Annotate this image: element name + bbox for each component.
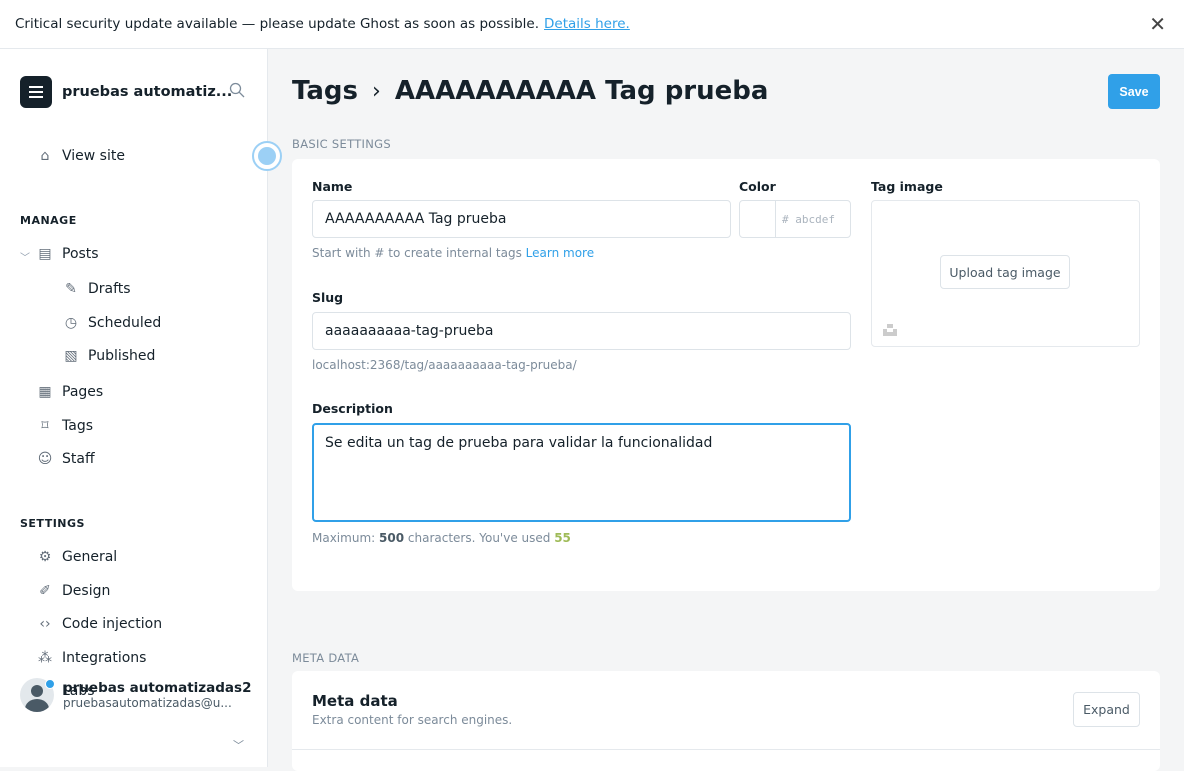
tag-title: AAAAAAAAAA Tag prueba [394, 76, 769, 106]
gear-icon: ⚙ [38, 549, 52, 565]
color-input[interactable]: # abcdef [739, 200, 851, 238]
search-icon[interactable] [229, 82, 245, 98]
sidebar: pruebas automatiz... ⌂ View site MANAGE ﹀… [0, 49, 268, 767]
meta-data-heading: META DATA [292, 651, 360, 665]
page-title: Tags › AAAAAAAAAA Tag prueba [292, 76, 768, 106]
max-mid: characters. You've used [407, 531, 551, 545]
sidebar-item-drafts[interactable]: ✎ Drafts [62, 280, 131, 298]
view-site-link[interactable]: ⌂ View site [36, 147, 125, 165]
unsplash-icon[interactable] [883, 324, 897, 336]
learn-more-link[interactable]: Learn more [526, 246, 594, 260]
sidebar-item-integrations[interactable]: ⁂ Integrations [36, 649, 146, 667]
home-icon: ⌂ [40, 148, 50, 164]
breadcrumb-tags[interactable]: Tags [292, 76, 358, 106]
pages-icon: ▦ [38, 384, 52, 400]
view-site-label: View site [62, 148, 125, 164]
site-name: pruebas automatiz... [62, 84, 233, 100]
divider [292, 749, 1160, 750]
basic-settings-heading: BASIC SETTINGS [292, 137, 391, 151]
name-hint: Start with # to create internal tags Lea… [312, 246, 594, 260]
brush-icon: ✐ [39, 583, 51, 599]
chevron-right-icon: › [372, 78, 381, 104]
meta-data-title: Meta data [312, 692, 398, 710]
close-icon[interactable]: ✕ [1149, 14, 1166, 34]
max-prefix: Maximum: [312, 531, 376, 545]
tags-label: Tags [62, 418, 93, 434]
sidebar-item-tags[interactable]: ⌑ Tags [36, 417, 93, 435]
sidebar-item-scheduled[interactable]: ◷ Scheduled [62, 314, 161, 332]
save-button[interactable]: Save [1108, 74, 1160, 109]
settings-heading: SETTINGS [20, 517, 85, 530]
used-chars: 55 [554, 531, 571, 545]
general-label: General [62, 549, 118, 565]
slug-input[interactable]: aaaaaaaaaa-tag-prueba [312, 312, 851, 350]
pages-label: Pages [62, 384, 104, 400]
description-label: Description [312, 401, 393, 416]
sidebar-item-design[interactable]: ✐ Design [36, 582, 110, 600]
sidebar-item-posts[interactable]: ▤ Posts [36, 245, 99, 263]
published-icon: ▧ [64, 348, 78, 364]
sidebar-item-general[interactable]: ⚙ General [36, 548, 117, 566]
published-label: Published [88, 348, 156, 364]
basic-settings-card: Name AAAAAAAAAA Tag prueba Start with # … [292, 159, 1160, 591]
user-name: pruebas automatizadas2 [63, 680, 252, 696]
chevron-down-icon[interactable]: ﹀ [20, 249, 30, 264]
pencil-icon: ✎ [65, 281, 77, 297]
tag-image-label: Tag image [871, 179, 943, 194]
meta-data-subtitle: Extra content for search engines. [312, 713, 513, 727]
integrations-label: Integrations [62, 650, 147, 666]
tag-image-uploader: Upload tag image [871, 200, 1140, 347]
color-hex-field[interactable]: # abcdef [776, 201, 850, 237]
drafts-label: Drafts [88, 281, 131, 297]
color-label: Color [739, 179, 776, 194]
name-input[interactable]: AAAAAAAAAA Tag prueba [312, 200, 731, 238]
expand-button[interactable]: Expand [1073, 692, 1140, 727]
character-count: Maximum: 500 characters. You've used 55 [312, 531, 571, 545]
ghost-logo-icon [20, 76, 52, 108]
max-chars: 500 [379, 531, 405, 545]
banner-text: Critical security update available — ple… [15, 16, 540, 32]
staff-label: Staff [62, 451, 95, 467]
code-injection-label: Code injection [62, 616, 163, 632]
meta-data-card: Meta data Extra content for search engin… [292, 671, 1160, 771]
posts-icon: ▤ [38, 246, 52, 262]
staff-icon: ☺ [37, 451, 53, 467]
notification-dot [45, 679, 55, 689]
upload-tag-image-button[interactable]: Upload tag image [940, 255, 1070, 289]
sidebar-item-pages[interactable]: ▦ Pages [36, 383, 103, 401]
design-label: Design [62, 583, 111, 599]
user-email: pruebasautomatizadas@u... [63, 696, 232, 710]
clock-icon: ◷ [64, 315, 78, 331]
sidebar-item-code-injection[interactable]: ‹› Code injection [36, 615, 162, 633]
sidebar-item-published[interactable]: ▧ Published [62, 347, 155, 365]
sidebar-item-staff[interactable]: ☺ Staff [36, 450, 95, 468]
code-icon: ‹› [39, 616, 51, 632]
tag-icon: ⌑ [41, 418, 49, 434]
description-textarea[interactable]: Se edita un tag de prueba para validar l… [312, 423, 851, 522]
color-swatch[interactable] [740, 201, 776, 237]
slug-url: localhost:2368/tag/aaaaaaaaaa-tag-prueba… [312, 358, 577, 372]
tour-hotspot[interactable] [252, 141, 282, 171]
posts-label: Posts [62, 246, 99, 262]
security-banner: Critical security update available — ple… [0, 0, 1184, 49]
slug-label: Slug [312, 290, 344, 305]
details-link[interactable]: Details here. [544, 16, 630, 32]
chevron-down-icon[interactable]: ﹀ [233, 737, 244, 753]
name-label: Name [312, 179, 353, 194]
manage-heading: MANAGE [20, 214, 77, 227]
scheduled-label: Scheduled [88, 315, 162, 331]
site-brand[interactable]: pruebas automatiz... [20, 76, 232, 108]
name-hint-text: Start with # to create internal tags [312, 246, 522, 260]
integrations-icon: ⁂ [38, 650, 52, 666]
